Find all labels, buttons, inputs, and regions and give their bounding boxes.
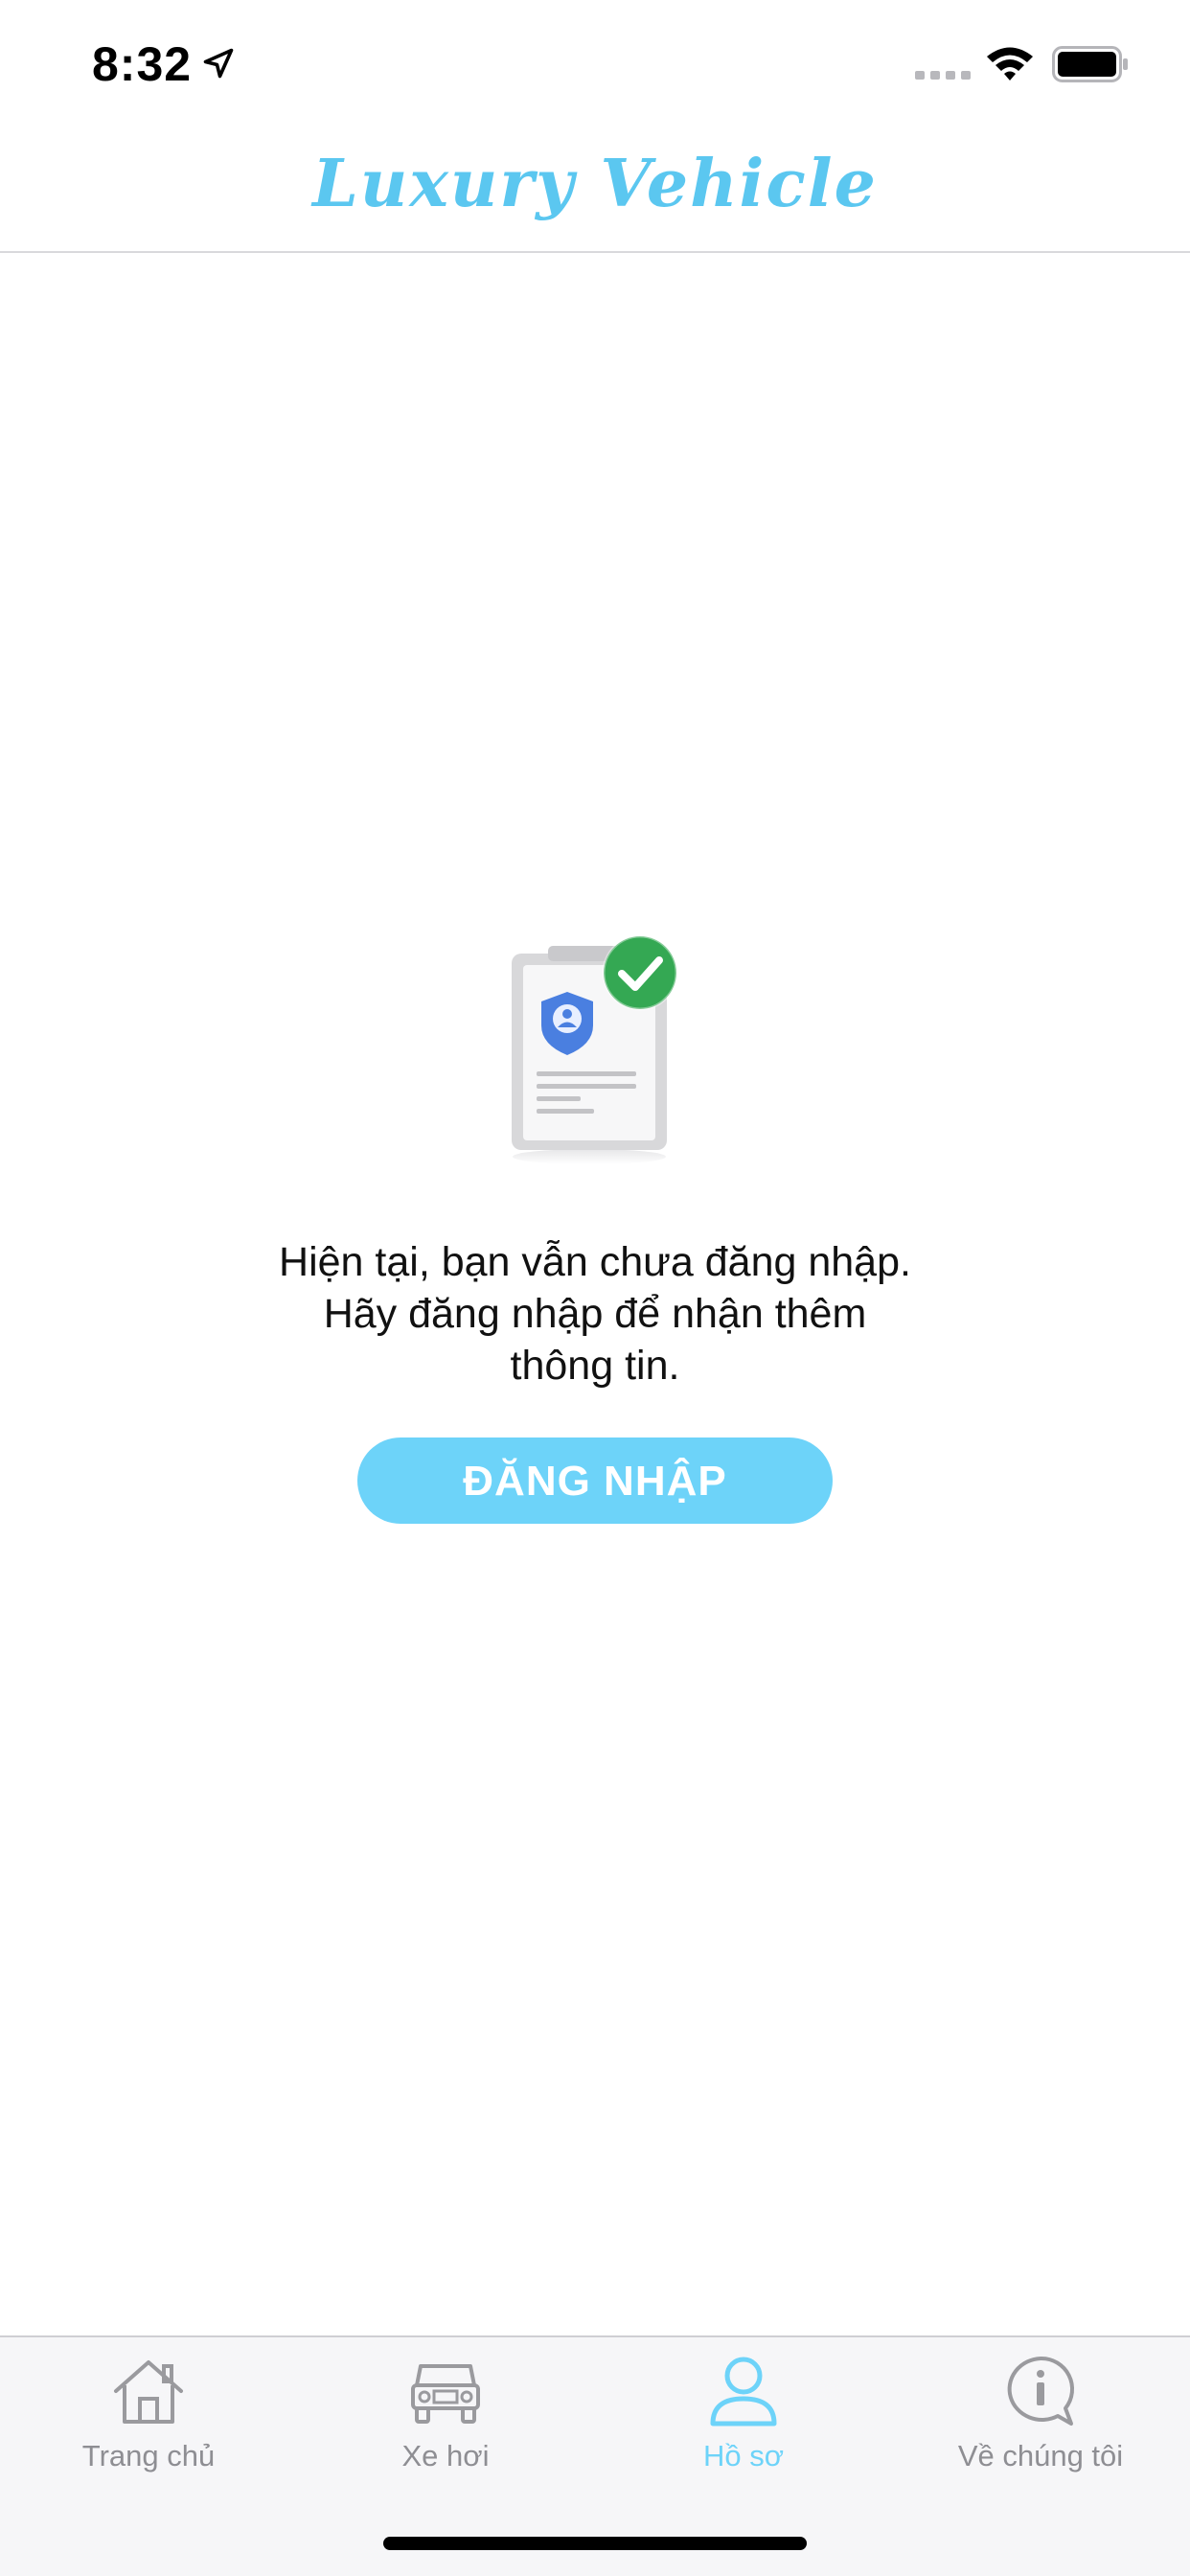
battery-icon [1052,46,1128,82]
cellular-signal-icon [915,71,971,80]
secure-profile-clipboard-icon [512,934,678,1164]
message-line-3: thông tin. [510,1343,680,1389]
tab-profile[interactable]: Hồ sơ [595,2353,892,2496]
tab-cars[interactable]: Xe hơi [297,2353,594,2496]
tab-cars-label: Xe hơi [401,2439,490,2472]
screen: 8:32 Luxury Vehicle Hiện tại, bạn vẫn ch… [0,0,1190,2576]
info-icon [1007,2356,1075,2426]
tab-profile-label: Hồ sơ [702,2439,785,2472]
wifi-icon [987,47,1033,80]
car-icon [411,2364,480,2424]
app-title: Luxury Vehicle [312,146,878,222]
status-bar: 8:32 [0,0,1190,126]
tab-about-label: Về chúng tôi [957,2439,1124,2472]
tab-home[interactable]: Trang chủ [0,2353,297,2496]
home-icon [114,2360,183,2424]
nav-header: Luxury Vehicle [0,126,1190,253]
tab-home-label: Trang chủ [81,2439,216,2472]
message-line-1: Hiện tại, bạn vẫn chưa đăng nhập. [279,1239,911,1285]
person-icon [710,2357,777,2426]
home-indicator [383,2537,807,2550]
tab-about[interactable]: Về chúng tôi [892,2353,1189,2496]
message-line-2: Hãy đăng nhập để nhận thêm [323,1291,867,1337]
location-arrow-icon [203,48,234,79]
login-button[interactable]: ĐĂNG NHẬP [357,1438,833,1524]
login-required-message: Hiện tại, bạn vẫn chưa đăng nhập. Hãy đă… [212,1236,978,1392]
status-time: 8:32 [92,37,193,91]
